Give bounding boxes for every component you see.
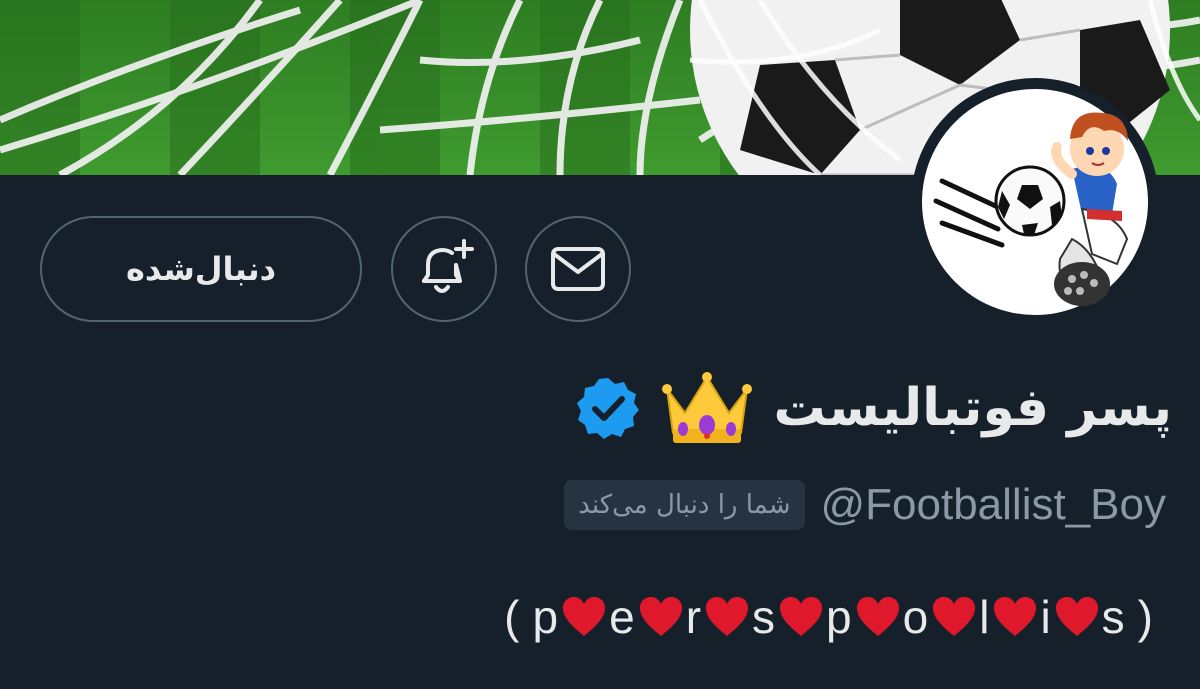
bio-letter: i [1040,591,1052,643]
bio-open-paren: ( [504,591,521,643]
cartoon-footballer-image [922,89,1148,315]
crown-icon [662,372,753,443]
following-button-label: دنبال‌شده [125,250,277,288]
bio-close-paren: ) [1137,591,1154,643]
profile-page: دنبال‌شده [0,0,1200,689]
bio-letter: o [902,591,930,643]
envelope-icon [551,247,605,291]
bio-letter: p [532,591,560,643]
user-handle: @Footballist_Boy [820,480,1167,529]
heart-icon [780,597,823,636]
bio-letter: e [609,591,636,643]
follows-you-badge: شما را دنبال می‌کند [564,480,805,530]
heart-icon [639,597,682,636]
bell-plus-icon [422,239,474,293]
heart-icon [706,597,749,636]
display-name: پسر فوتبالیست [773,378,1172,438]
bio-letter: s [752,591,777,643]
profile-avatar[interactable] [911,78,1159,326]
profile-bio: ( p e r s p o l i s ) [492,582,1166,652]
verified-badge-icon [577,378,640,439]
bio-letter: r [685,591,703,643]
bio-letter: s [1101,591,1126,643]
heart-icon [933,597,976,636]
avatar-image [922,89,1148,315]
heart-icon [563,597,606,636]
handle-row: @Footballist_Boy شما را دنبال می‌کند [564,472,1166,538]
heart-icon [856,597,899,636]
heart-icon [1055,597,1098,636]
notify-button[interactable] [391,216,497,322]
following-button[interactable]: دنبال‌شده [40,216,362,322]
message-button[interactable] [525,216,631,322]
display-name-row: پسر فوتبالیست [575,366,1172,450]
bio-letter: l [979,591,991,643]
heart-icon [994,597,1037,636]
bio-letter: p [826,591,853,643]
